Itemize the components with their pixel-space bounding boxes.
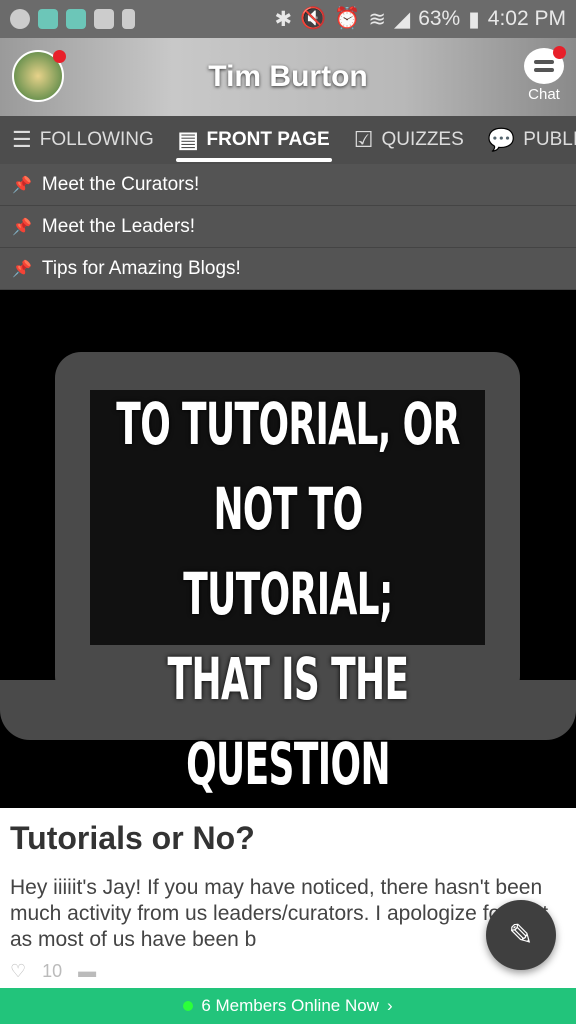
pinned-label: Meet the Curators!: [41, 173, 200, 195]
notification-dot: [53, 50, 66, 63]
pinned-item[interactable]: 📌 Tips for Amazing Blogs!: [0, 248, 576, 290]
status-bar: ✱ 🔇 ⏰ ≋ ◢ 63% ▮ 4:02 PM: [0, 0, 576, 38]
community-header: Tim Burton Chat: [0, 38, 576, 116]
amino-app-icon: [66, 9, 86, 29]
alarm-icon: ⏰: [334, 7, 361, 30]
post-cover-image[interactable]: TO TUTORIAL, OR NOT TO TUTORIAL; THAT IS…: [0, 290, 576, 808]
tab-label: PUBLIC: [523, 129, 576, 150]
tab-label: FOLLOWING: [39, 129, 154, 150]
members-online-bar[interactable]: 6 Members Online Now ›: [0, 988, 576, 1024]
tab-following[interactable]: ☰ FOLLOWING: [0, 116, 166, 164]
members-online-label: 6 Members Online Now: [201, 996, 379, 1015]
pinned-list: 📌 Meet the Curators! 📌 Meet the Leaders! 📌…: [0, 164, 576, 290]
tab-front-page[interactable]: ▤ FRONT PAGE: [166, 116, 342, 164]
post-title[interactable]: Tutorials or No?: [10, 820, 566, 857]
like-count: 10: [42, 961, 63, 981]
battery-percent: 63%: [418, 7, 461, 30]
chat-button[interactable]: Chat: [524, 46, 566, 103]
tab-label: FRONT PAGE: [206, 129, 330, 150]
community-title: Tim Burton: [208, 60, 368, 93]
pinned-item[interactable]: 📌 Meet the Leaders!: [0, 206, 576, 248]
chevron-right-icon: ›: [386, 996, 393, 1015]
tab-label: QUIZZES: [381, 129, 464, 150]
battery-saver-icon: [122, 9, 135, 29]
compose-button[interactable]: ✎: [486, 900, 556, 970]
pinned-label: Meet the Leaders!: [41, 215, 196, 237]
tab-public[interactable]: 💬 PUBLIC: [476, 116, 576, 164]
bluetooth-icon: ✱: [274, 7, 293, 31]
cover-line: NOT TO TUTORIAL;: [183, 475, 393, 628]
clock: 4:02 PM: [487, 7, 566, 30]
wifi-icon: ≋: [368, 7, 387, 31]
battery-icon: ▮: [468, 7, 480, 31]
avatar[interactable]: [12, 50, 66, 102]
tab-bar: ☰ FOLLOWING ▤ FRONT PAGE ☑ QUIZZES 💬 PUBLIC: [0, 116, 576, 164]
pinned-item[interactable]: 📌 Meet the Curators!: [0, 164, 576, 206]
spotify-icon: [10, 9, 30, 29]
mute-icon: 🔇: [300, 7, 327, 30]
notification-dot: [553, 46, 566, 59]
cover-line: TO TUTORIAL, OR: [116, 390, 460, 458]
pin-icon: 📌: [12, 176, 32, 194]
signal-icon: ◢: [394, 7, 411, 31]
tab-quizzes[interactable]: ☑ QUIZZES: [342, 116, 476, 164]
image-icon: [94, 9, 114, 29]
pin-icon: 📌: [12, 218, 32, 236]
cover-line: THAT IS THE: [167, 645, 409, 713]
chat-bubbles-icon: 💬: [487, 127, 516, 152]
pin-icon: 📌: [12, 260, 32, 278]
pencil-icon: ✎: [508, 918, 534, 952]
document-icon: ▤: [177, 127, 199, 152]
checkbox-icon: ☑: [353, 127, 374, 152]
amino-app-icon: [38, 9, 58, 29]
comment-icon[interactable]: ▬: [78, 961, 96, 982]
online-indicator-icon: [183, 1001, 194, 1011]
post-excerpt: Hey iiiiit's Jay! If you may have notice…: [10, 876, 549, 951]
like-icon[interactable]: ♡: [10, 961, 26, 982]
post-card[interactable]: Tutorials or No? Hey iiiiit's Jay! If yo…: [0, 808, 576, 982]
pinned-label: Tips for Amazing Blogs!: [41, 257, 241, 279]
cover-line: QUESTION: [186, 730, 390, 798]
cover-text: TO TUTORIAL, OR NOT TO TUTORIAL; THAT IS…: [109, 382, 466, 807]
list-arrow-icon: ☰: [12, 127, 32, 152]
chat-label: Chat: [528, 86, 560, 103]
